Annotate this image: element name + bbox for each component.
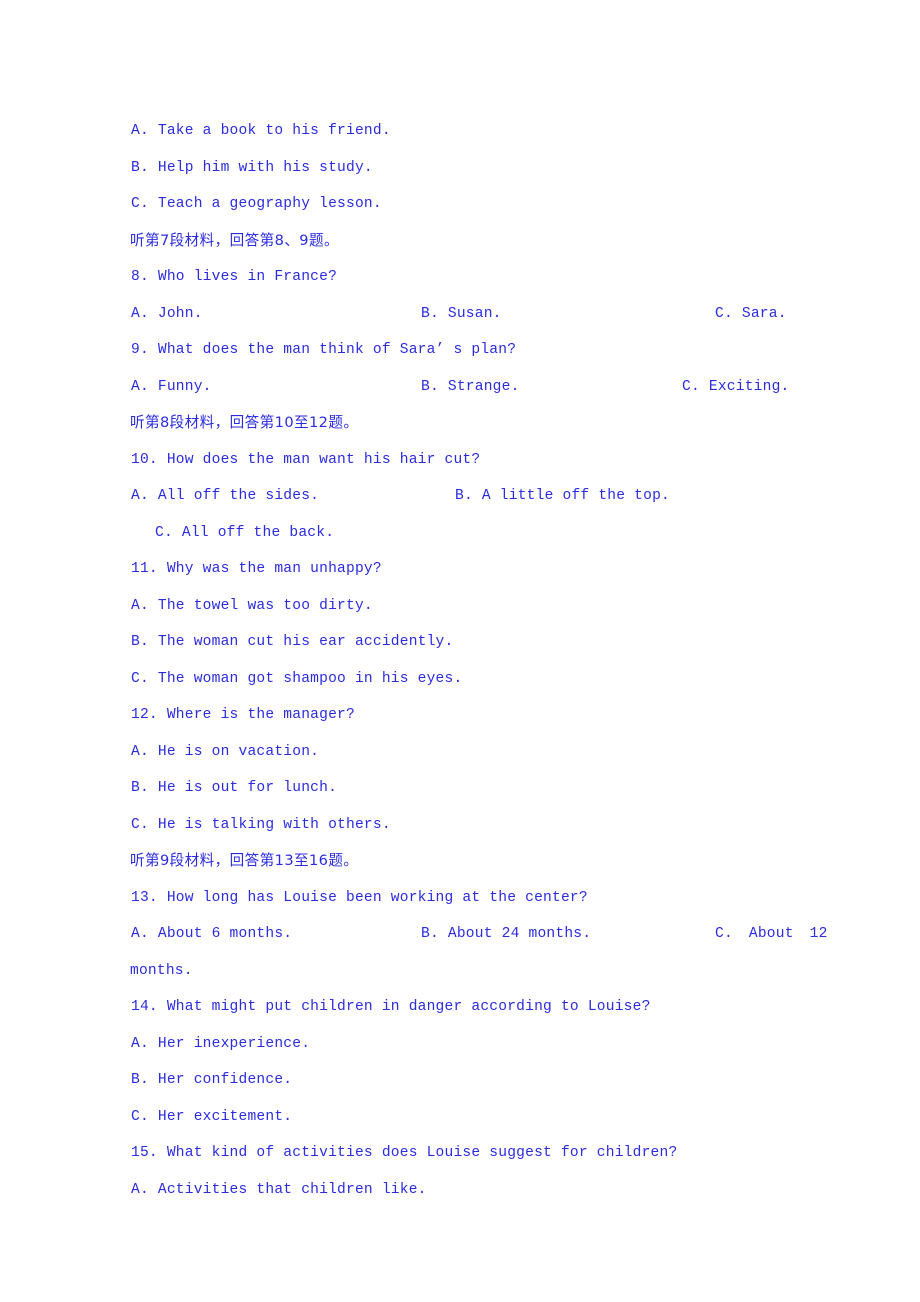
section-header-7: 听第7段材料，回答第8、9题。 — [130, 231, 339, 249]
option-12-c: C. He is talking with others. — [131, 816, 391, 833]
question-stem-13: 13. How long has Louise been working at … — [131, 889, 588, 906]
question-stem-10: 10. How does the man want his hair cut? — [131, 451, 481, 468]
option-14-a: A. Her inexperience. — [131, 1035, 311, 1052]
option-line: C. Teach a geography lesson. — [131, 196, 382, 212]
option-line: B. Help him with his study. — [131, 159, 373, 176]
option-13-c: C. About 12 — [715, 926, 828, 942]
option-13-a: A. About 6 months. — [131, 926, 293, 942]
option-14-c: C. Her excitement. — [131, 1108, 293, 1125]
option-14-b: B. Her confidence. — [131, 1072, 293, 1088]
question-stem-11: 11. Why was the man unhappy? — [131, 561, 382, 577]
option-8-b: B. Susan. — [421, 305, 502, 322]
option-9-c: C. Exciting. — [682, 378, 790, 395]
option-11-c: C. The woman got shampoo in his eyes. — [131, 670, 463, 687]
option-10-c: C. All off the back. — [155, 524, 335, 541]
option-11-b: B. The woman cut his ear accidently. — [131, 634, 454, 650]
question-stem-8: 8. Who lives in France? — [131, 269, 338, 285]
question-stem-15: 15. What kind of activities does Louise … — [131, 1145, 678, 1161]
section-header-9: 听第9段材料，回答第13至16题。 — [130, 852, 359, 869]
option-15-a: A. Activities that children like. — [131, 1181, 427, 1198]
option-row-10: A. All off the sides. B. A little off th… — [131, 478, 791, 515]
option-9-a: A. Funny. — [131, 378, 212, 395]
exam-page: A. Take a book to his friend. B. Help hi… — [0, 0, 920, 1302]
option-row-9: A. Funny. B. Strange. C. Exciting. — [131, 369, 791, 406]
option-9-b: B. Strange. — [421, 378, 520, 395]
option-row-8: A. John. B. Susan. C. Sara. — [131, 296, 791, 333]
option-12-a: A. He is on vacation. — [131, 743, 320, 760]
option-8-a: A. John. — [131, 305, 203, 322]
option-10-b: B. A little off the top. — [455, 488, 670, 504]
question-stem-9: 9. What does the man think of Sara’ s pl… — [131, 342, 517, 358]
question-stem-14: 14. What might put children in danger ac… — [131, 999, 651, 1015]
section-header-8: 听第8段材料，回答第10至12题。 — [130, 414, 359, 431]
question-stem-12: 12. Where is the manager? — [131, 707, 355, 723]
exam-content-column: A. Take a book to his friend. B. Help hi… — [130, 113, 827, 1208]
option-row-13: A. About 6 months. B. About 24 months. C… — [131, 916, 827, 953]
option-8-c: C. Sara. — [715, 305, 787, 322]
option-13-c-wrap: months. — [130, 962, 193, 979]
option-11-a: A. The towel was too dirty. — [131, 597, 373, 614]
option-12-b: B. He is out for lunch. — [131, 780, 338, 796]
option-10-a: A. All off the sides. — [131, 488, 320, 504]
option-line: A. Take a book to his friend. — [131, 123, 391, 139]
option-13-b: B. About 24 months. — [421, 926, 592, 942]
